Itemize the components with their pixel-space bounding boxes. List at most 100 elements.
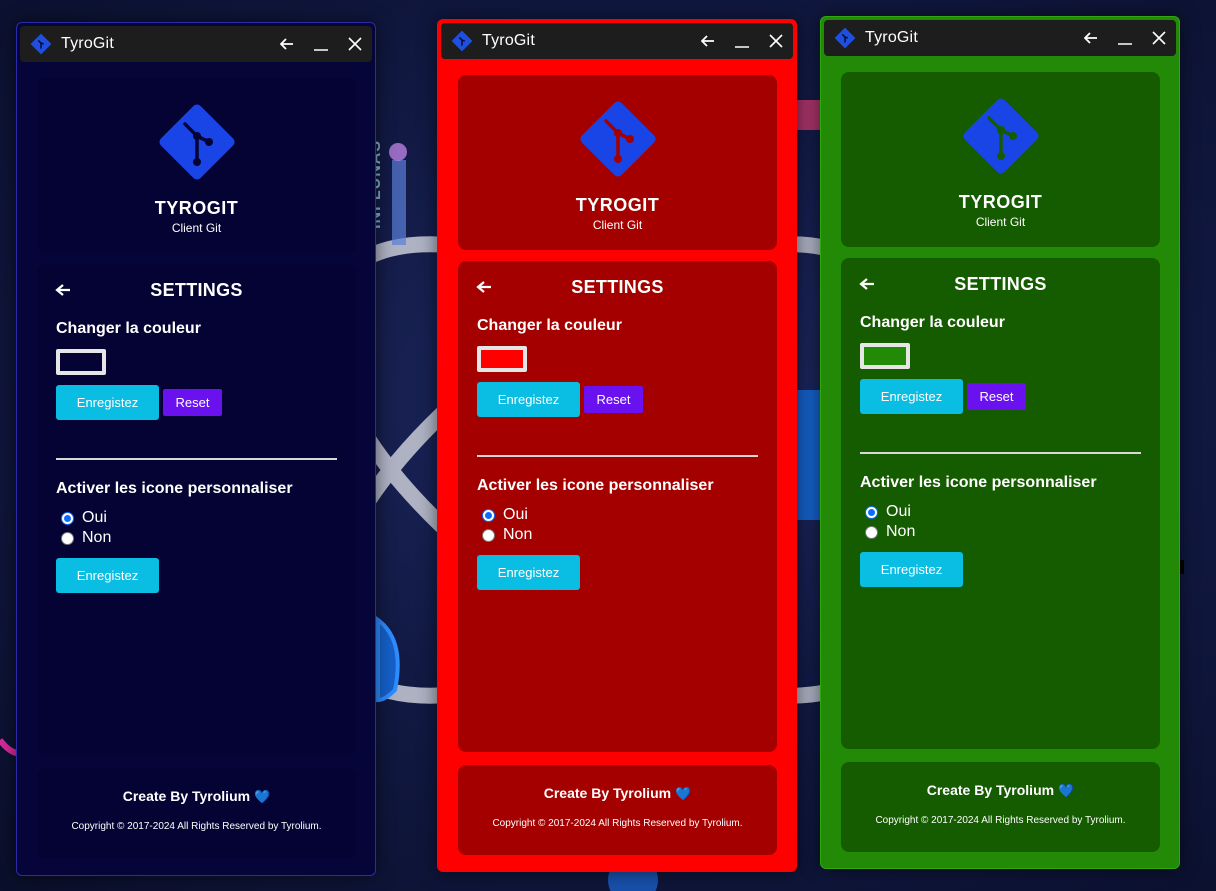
divider — [860, 452, 1141, 454]
brand-subtitle: Client Git — [975, 215, 1026, 229]
close-icon — [769, 34, 783, 48]
divider — [477, 455, 758, 457]
settings-title: SETTINGS — [150, 280, 243, 300]
arrow-left-icon[interactable] — [859, 276, 875, 292]
settings-panel: SETTINGS Changer la couleur Enregistez R… — [37, 264, 356, 755]
brand-name: TYROGIT — [154, 198, 239, 218]
radio-yes[interactable] — [61, 511, 74, 525]
brand-card: TYROGIT Client Git — [37, 78, 356, 253]
radio-no[interactable] — [61, 531, 74, 545]
copyright-text: Copyright © 2017-2024 All Rights Reserve… — [875, 815, 1126, 826]
radio-yes-row[interactable]: Oui — [61, 509, 107, 527]
reset-button[interactable]: Reset — [163, 389, 222, 416]
radio-no-label: Non — [503, 526, 533, 543]
heart-icon: 💙 — [254, 789, 271, 804]
footer-card: Create By Tyrolium 💙 Copyright © 2017-202… — [37, 768, 356, 858]
arrow-left-icon — [1084, 32, 1097, 44]
close-button[interactable] — [1142, 23, 1176, 53]
save-icons-button[interactable]: Enregistez — [860, 552, 963, 587]
footer-credit: Create By Tyrolium 💙 — [458, 785, 777, 802]
footer-credit: Create By Tyrolium 💙 — [37, 788, 356, 805]
minimize-button[interactable] — [1108, 23, 1142, 53]
color-label: Changer la couleur — [860, 314, 1005, 331]
title-bar[interactable]: TyroGit — [441, 23, 793, 59]
radio-no-row[interactable]: Non — [482, 526, 532, 544]
color-picker[interactable] — [477, 346, 527, 372]
heart-icon: 💙 — [1058, 783, 1075, 798]
reset-button[interactable]: Reset — [967, 383, 1026, 410]
minimize-button[interactable] — [304, 29, 338, 59]
settings-panel: SETTINGS Changer la couleur Enregistez R… — [841, 258, 1160, 749]
arrow-left-icon[interactable] — [476, 279, 492, 295]
icons-label: Activer les icone personnaliser — [860, 474, 1097, 491]
heart-icon: 💙 — [675, 786, 692, 801]
radio-no-label: Non — [886, 523, 916, 540]
color-label: Changer la couleur — [477, 317, 622, 334]
radio-no-row[interactable]: Non — [61, 529, 111, 547]
radio-yes-row[interactable]: Oui — [865, 503, 911, 521]
brand-subtitle: Client Git — [592, 218, 643, 232]
app-window-green: TyroGit TYROGIT Client Git SETTINGS Chan… — [820, 16, 1180, 869]
arrow-left-icon — [280, 38, 293, 50]
git-logo-icon — [579, 101, 656, 177]
title-bar[interactable]: TyroGit — [20, 26, 372, 62]
radio-yes[interactable] — [865, 505, 878, 519]
arrow-left-icon — [701, 35, 714, 47]
save-color-button[interactable]: Enregistez — [860, 379, 963, 414]
minimize-icon — [735, 46, 749, 48]
footer-credit-text: Create By Tyrolium — [543, 785, 672, 801]
window-title: TyroGit — [865, 29, 918, 46]
color-label: Changer la couleur — [56, 320, 201, 337]
reset-button[interactable]: Reset — [584, 386, 643, 413]
brand-name: TYROGIT — [575, 195, 660, 215]
radio-yes[interactable] — [482, 508, 495, 522]
git-logo-icon — [834, 27, 856, 49]
app-window-dark-blue: TyroGit TYROGIT Client Git SETTINGS Chan… — [16, 22, 376, 876]
icons-label: Activer les icone personnaliser — [477, 477, 714, 494]
git-logo-icon — [30, 33, 52, 55]
back-button[interactable] — [691, 26, 725, 56]
minimize-button[interactable] — [725, 26, 759, 56]
radio-no-label: Non — [82, 529, 112, 546]
footer-credit-text: Create By Tyrolium — [122, 788, 251, 804]
footer-credit: Create By Tyrolium 💙 — [841, 782, 1160, 799]
save-icons-button[interactable]: Enregistez — [56, 558, 159, 593]
back-button[interactable] — [270, 29, 304, 59]
radio-no-row[interactable]: Non — [865, 523, 915, 541]
footer-card: Create By Tyrolium 💙 Copyright © 2017-202… — [458, 765, 777, 855]
radio-yes-label: Oui — [503, 506, 528, 523]
divider — [56, 458, 337, 460]
copyright-text: Copyright © 2017-2024 All Rights Reserve… — [492, 818, 743, 829]
git-logo-icon — [451, 30, 473, 52]
close-button[interactable] — [759, 26, 793, 56]
back-button[interactable] — [1074, 23, 1108, 53]
brand-name: TYROGIT — [958, 192, 1043, 212]
brand-card: TYROGIT Client Git — [458, 75, 777, 250]
window-title: TyroGit — [482, 32, 535, 49]
close-icon — [348, 37, 362, 51]
settings-title: SETTINGS — [954, 274, 1047, 294]
app-window-red: TyroGit TYROGIT Client Git SETTINGS Chan… — [437, 19, 797, 872]
radio-yes-label: Oui — [82, 509, 107, 526]
close-button[interactable] — [338, 29, 372, 59]
color-picker[interactable] — [56, 349, 106, 375]
save-color-button[interactable]: Enregistez — [56, 385, 159, 420]
copyright-text: Copyright © 2017-2024 All Rights Reserve… — [71, 821, 322, 832]
radio-no[interactable] — [482, 528, 495, 542]
icons-label: Activer les icone personnaliser — [56, 480, 293, 497]
settings-panel: SETTINGS Changer la couleur Enregistez R… — [458, 261, 777, 752]
git-logo-icon — [962, 98, 1039, 174]
title-bar[interactable]: TyroGit — [824, 20, 1176, 56]
save-color-button[interactable]: Enregistez — [477, 382, 580, 417]
minimize-icon — [1118, 43, 1132, 45]
color-picker[interactable] — [860, 343, 910, 369]
window-title: TyroGit — [61, 35, 114, 52]
arrow-left-icon[interactable] — [55, 282, 71, 298]
save-icons-button[interactable]: Enregistez — [477, 555, 580, 590]
radio-yes-label: Oui — [886, 503, 911, 520]
radio-yes-row[interactable]: Oui — [482, 506, 528, 524]
minimize-icon — [314, 49, 328, 51]
brand-card: TYROGIT Client Git — [841, 72, 1160, 247]
settings-title: SETTINGS — [571, 277, 664, 297]
radio-no[interactable] — [865, 525, 878, 539]
